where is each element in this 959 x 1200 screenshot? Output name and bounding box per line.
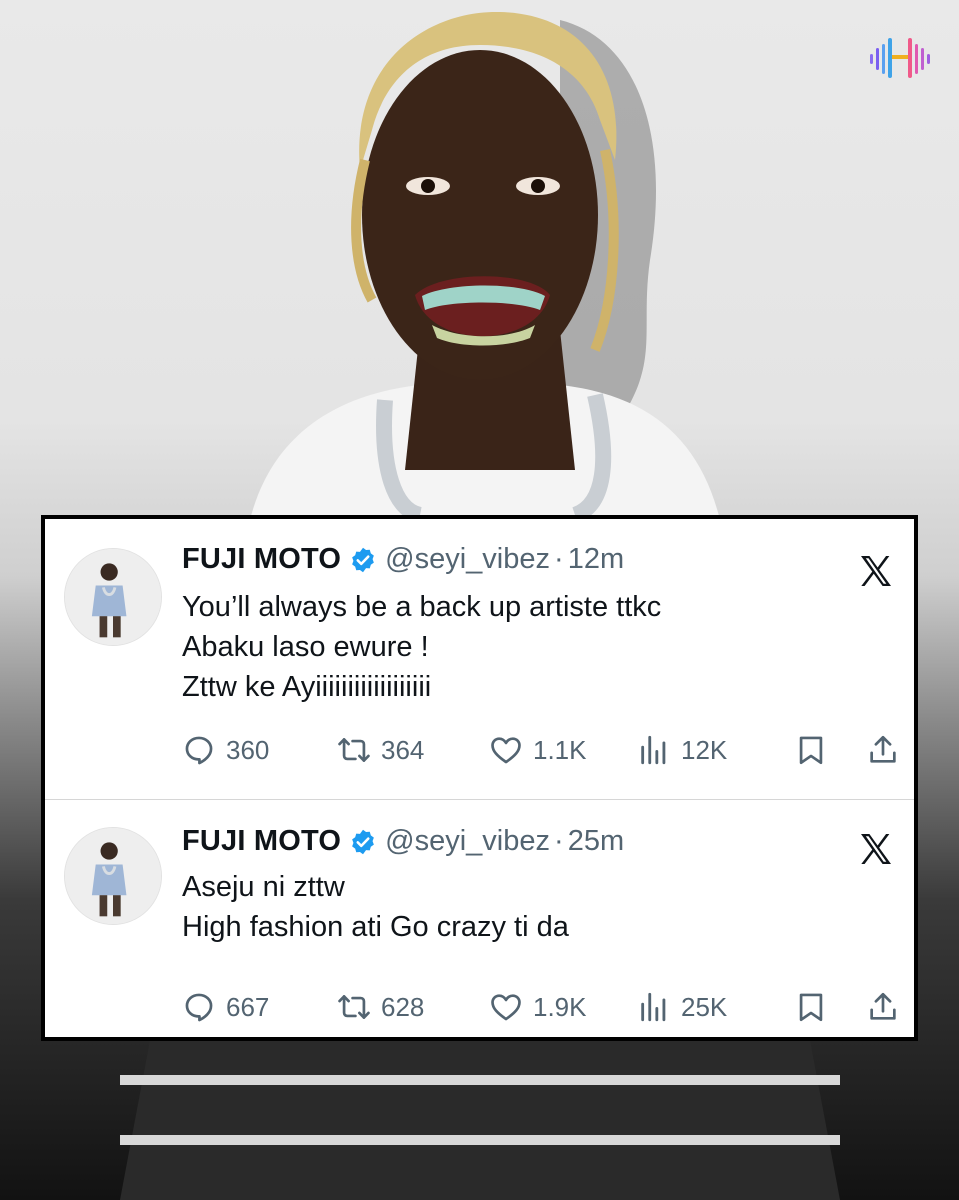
- bookmark-icon: [799, 993, 823, 1022]
- tweet-text: You’ll always be a back up artiste ttkc …: [182, 587, 661, 707]
- retweet-icon: [338, 738, 370, 762]
- avatar-image: [65, 549, 161, 645]
- tweet-text-line: Zttw ke Ayiiiiiiiiiiiiiiiiii: [182, 671, 432, 703]
- x-logo-icon: [861, 834, 891, 864]
- views-icon: [641, 735, 666, 765]
- handle[interactable]: @seyi_vibez: [385, 543, 550, 576]
- views-count: 25K: [681, 991, 728, 1022]
- retweet-icon: [338, 995, 370, 1019]
- avatar[interactable]: [64, 827, 162, 925]
- tweet-card: FUJI MOTO @seyi_vibez · 12m You’ll alway…: [41, 515, 918, 1041]
- timestamp[interactable]: 12m: [568, 543, 624, 576]
- share-button[interactable]: [866, 730, 900, 770]
- avatar-image: [65, 828, 161, 924]
- tweet-actions: 360 364 1.1K 12K: [182, 730, 902, 770]
- retweet-count: 364: [381, 734, 425, 765]
- views-button[interactable]: 25K: [637, 987, 727, 1027]
- share-button[interactable]: [866, 987, 900, 1027]
- display-name[interactable]: FUJI MOTO: [182, 543, 341, 576]
- reply-button[interactable]: 667: [182, 987, 269, 1027]
- reply-count: 360: [226, 734, 270, 765]
- tweet-header: FUJI MOTO @seyi_vibez · 12m: [182, 543, 624, 576]
- brand-logo: [870, 38, 930, 78]
- reply-count: 667: [226, 991, 270, 1022]
- verified-badge-icon: [352, 547, 375, 572]
- bookmark-button[interactable]: [794, 730, 828, 770]
- tweet[interactable]: FUJI MOTO @seyi_vibez · 25m Aseju ni ztt…: [45, 801, 914, 1037]
- tweet-actions: 667 628 1.9K 25K: [182, 987, 902, 1027]
- display-name[interactable]: FUJI MOTO: [182, 825, 341, 858]
- handle[interactable]: @seyi_vibez: [385, 825, 550, 858]
- tweet-text-line: Aseju ni zttw: [182, 871, 345, 903]
- retweet-button[interactable]: 628: [337, 987, 424, 1027]
- views-button[interactable]: 12K: [637, 730, 727, 770]
- retweet-button[interactable]: 364: [337, 730, 424, 770]
- like-count: 1.9K: [533, 991, 587, 1022]
- like-button[interactable]: 1.9K: [489, 987, 587, 1027]
- separator-dot: ·: [554, 543, 564, 575]
- tweet-divider: [45, 799, 914, 800]
- retweet-count: 628: [381, 991, 425, 1022]
- tweet-text-line: You’ll always be a back up artiste ttkc: [182, 591, 662, 623]
- tweet-text-line: High fashion ati Go crazy ti da: [182, 911, 569, 943]
- views-icon: [641, 992, 666, 1022]
- share-icon: [870, 735, 896, 763]
- like-icon: [491, 994, 521, 1021]
- reply-icon: [185, 993, 213, 1022]
- like-button[interactable]: 1.1K: [489, 730, 587, 770]
- bookmark-button[interactable]: [794, 987, 828, 1027]
- separator-dot: ·: [554, 825, 564, 857]
- timestamp[interactable]: 25m: [568, 825, 624, 858]
- reply-icon: [185, 736, 213, 765]
- avatar[interactable]: [64, 548, 162, 646]
- x-logo-icon: [861, 556, 891, 586]
- like-icon: [491, 737, 521, 764]
- share-icon: [870, 992, 896, 1020]
- tweet-header: FUJI MOTO @seyi_vibez · 25m: [182, 825, 624, 858]
- reply-button[interactable]: 360: [182, 730, 269, 770]
- verified-badge-icon: [352, 829, 375, 854]
- views-count: 12K: [681, 734, 728, 765]
- tweet[interactable]: FUJI MOTO @seyi_vibez · 12m You’ll alway…: [45, 519, 914, 800]
- tweet-text-line: Abaku laso ewure !: [182, 631, 429, 663]
- like-count: 1.1K: [533, 734, 587, 765]
- bookmark-icon: [799, 736, 823, 765]
- tweet-text: Aseju ni zttw High fashion ati Go crazy …: [182, 867, 569, 947]
